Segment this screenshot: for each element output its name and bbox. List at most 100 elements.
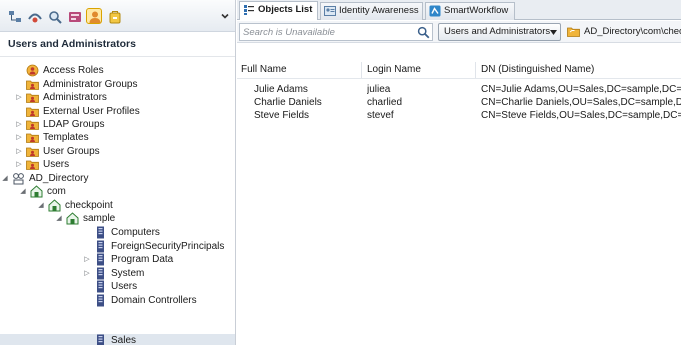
- tree-item-user-groups[interactable]: ▷ User Groups: [0, 145, 235, 158]
- tree-item-label: checkpoint: [65, 200, 113, 211]
- tree-item-system[interactable]: ▷ System: [0, 267, 235, 280]
- tree-item-templates[interactable]: ▷ Templates: [0, 131, 235, 144]
- scope-dropdown[interactable]: Users and Administrators: [438, 23, 561, 41]
- tree-expander[interactable]: ▷: [14, 158, 24, 171]
- tree-item-external-user-profiles[interactable]: External User Profiles: [0, 105, 235, 118]
- tab-label: Objects List: [258, 4, 313, 15]
- view-tabs: Objects List Identity Awareness SmartWor…: [237, 0, 681, 20]
- tree-item-access-roles[interactable]: Access Roles: [0, 64, 235, 77]
- cell-dn: CN=Julie Adams,OU=Sales,DC=sample,DC=che…: [481, 84, 681, 95]
- chevron-down-icon[interactable]: [219, 10, 231, 22]
- tree-item-label: Computers: [111, 227, 160, 238]
- scope-selected-value: Users and Administrators: [444, 26, 551, 37]
- tree-item-com[interactable]: ◢ com: [0, 185, 235, 198]
- tree-item-label: sample: [83, 213, 116, 224]
- column-header-dn[interactable]: DN (Distinguished Name): [481, 62, 594, 78]
- group-icon: [26, 158, 39, 171]
- group-icon: [26, 118, 39, 131]
- tree-expander: [82, 280, 92, 293]
- column-resize-handle[interactable]: [475, 62, 476, 78]
- tree-item-label: AD_Directory: [29, 173, 89, 184]
- tree-expander[interactable]: ▷: [14, 131, 24, 144]
- custom-application-icon[interactable]: [46, 8, 62, 24]
- tree-item-ldap-groups[interactable]: ▷ LDAP Groups: [0, 118, 235, 131]
- tree-item-label: Program Data: [111, 254, 174, 265]
- cell-login-name: charlied: [367, 97, 403, 108]
- services-icon[interactable]: [26, 8, 42, 24]
- tree-item-domain-controllers[interactable]: Domain Controllers: [0, 294, 235, 307]
- tree-expander: [82, 226, 92, 239]
- objects-list-icon: [243, 4, 255, 16]
- search-icon[interactable]: [417, 26, 430, 39]
- group-icon: [26, 91, 39, 104]
- tab-smartworkflow[interactable]: SmartWorkflow: [425, 2, 515, 20]
- group-icon: [26, 131, 39, 144]
- table-row[interactable]: Charlie Daniels charlied CN=Charlie Daniel…: [237, 96, 681, 109]
- column-header-login-name[interactable]: Login Name: [367, 62, 421, 78]
- tree-expander[interactable]: ▷: [82, 267, 92, 280]
- domain-icon: [48, 199, 61, 212]
- cell-full-name: Julie Adams: [254, 84, 308, 95]
- tab-objects-list[interactable]: Objects List: [239, 1, 318, 20]
- tree-item-administrators[interactable]: ▷ Administrators: [0, 91, 235, 104]
- table-row[interactable]: Julie Adams juliea CN=Julie Adams,OU=Sales…: [237, 83, 681, 96]
- tree-item-label: Users: [43, 159, 70, 170]
- tree-item-checkpoint[interactable]: ◢ checkpoint: [0, 199, 235, 212]
- tree-item-label: Administrator Groups: [43, 79, 138, 90]
- table-row[interactable]: Steve Fields stevef CN=Steve Fields,OU=Sal…: [237, 109, 681, 122]
- tree-item-label: System: [111, 268, 145, 279]
- tab-label: SmartWorkflow: [444, 5, 509, 16]
- tree-expander: [82, 294, 92, 307]
- directory-icon: [12, 172, 25, 185]
- tree-expander[interactable]: ◢: [0, 172, 10, 185]
- tab-label: Identity Awareness: [339, 5, 419, 16]
- container-icon: [94, 280, 107, 293]
- users-icon[interactable]: [86, 8, 102, 24]
- tree-item-label: ForeignSecurityPrincipals: [111, 241, 225, 252]
- tree-item-sales[interactable]: Sales: [0, 334, 235, 345]
- cell-login-name: juliea: [367, 84, 391, 95]
- tree-item-users[interactable]: ▷ Users: [0, 158, 235, 171]
- container-icon: [94, 240, 107, 253]
- container-icon: [94, 334, 107, 345]
- tree-item-label: Administrators: [43, 92, 107, 103]
- tree-item-label: Domain Controllers: [111, 295, 197, 306]
- folder-icon: [567, 25, 580, 38]
- tree-item-label: External User Profiles: [43, 106, 140, 117]
- group-icon: [26, 105, 39, 118]
- panel-divider: [0, 56, 235, 57]
- tree-item-foreignsecurityprincipals[interactable]: ForeignSecurityPrincipals: [0, 240, 235, 253]
- network-objects-icon[interactable]: [6, 8, 22, 24]
- domain-icon: [66, 212, 79, 225]
- vpn-communities-icon[interactable]: [66, 8, 82, 24]
- tree-item-label: com: [47, 186, 66, 197]
- column-resize-handle[interactable]: [361, 62, 362, 78]
- tree-expander[interactable]: ◢: [54, 212, 64, 225]
- object-explorer-panel: Users and Administrators Access Roles Adm…: [0, 0, 236, 345]
- tree-item-users[interactable]: Users: [0, 280, 235, 293]
- container-icon: [94, 226, 107, 239]
- servers-icon[interactable]: [106, 8, 122, 24]
- group-icon: [26, 145, 39, 158]
- tab-identity-awareness[interactable]: Identity Awareness: [320, 2, 423, 20]
- tree-item-label: Templates: [43, 132, 89, 143]
- tree-expander[interactable]: ▷: [14, 145, 24, 158]
- tree-expander: [82, 240, 92, 253]
- tree-item-program-data[interactable]: ▷ Program Data: [0, 253, 235, 266]
- column-header-full-name[interactable]: Full Name: [241, 62, 287, 78]
- tree-expander[interactable]: ▷: [82, 253, 92, 266]
- tree-expander[interactable]: ◢: [18, 185, 28, 198]
- objects-view: Objects List Identity Awareness SmartWor…: [237, 0, 681, 345]
- tree-expander[interactable]: ▷: [14, 91, 24, 104]
- tree-item-computers[interactable]: Computers: [0, 226, 235, 239]
- tree-item-sample[interactable]: ◢ sample: [0, 212, 235, 225]
- tree-expander: [14, 78, 24, 91]
- cell-login-name: stevef: [367, 110, 394, 121]
- tree-expander[interactable]: ▷: [14, 118, 24, 131]
- tree-expander[interactable]: ◢: [36, 199, 46, 212]
- container-icon: [94, 253, 107, 266]
- tree-item-administrator-groups[interactable]: Administrator Groups: [0, 78, 235, 91]
- search-input[interactable]: [243, 25, 413, 39]
- tree-expander: [14, 105, 24, 118]
- tree-item-ad-directory[interactable]: ◢ AD_Directory: [0, 172, 235, 185]
